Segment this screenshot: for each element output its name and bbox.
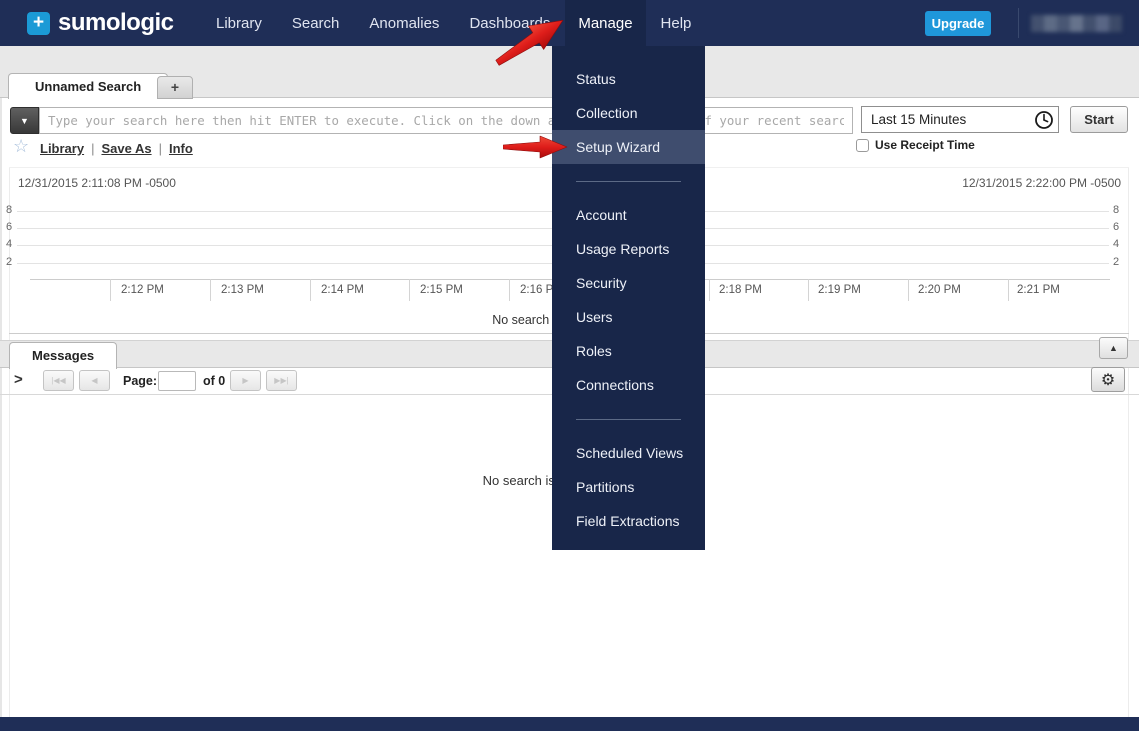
last-page-button[interactable]: ▶▶| xyxy=(266,370,297,391)
sumologic-logo-text: sumologic xyxy=(58,9,174,36)
triangle-up-icon: ▲ xyxy=(1109,343,1118,353)
link-separator: | xyxy=(91,141,95,156)
menu-item-scheduled-views[interactable]: Scheduled Views xyxy=(552,436,705,470)
y-axis-label: 2 xyxy=(6,256,13,268)
nav-item-library[interactable]: Library xyxy=(201,0,277,46)
x-axis-label: 2:12 PM xyxy=(121,284,164,296)
menu-item-roles[interactable]: Roles xyxy=(552,334,705,368)
top-nav-bar: + sumologic Library Search Anomalies Das… xyxy=(0,0,1139,46)
page-number-input[interactable] xyxy=(158,371,196,391)
menu-divider xyxy=(576,419,681,420)
menu-divider xyxy=(576,181,681,182)
redaction-block xyxy=(1083,15,1096,32)
sumologic-logo[interactable]: + sumologic xyxy=(27,0,174,46)
info-link[interactable]: Info xyxy=(169,141,193,156)
link-separator: | xyxy=(158,141,162,156)
save-as-link[interactable]: Save As xyxy=(101,141,151,156)
use-receipt-time-label: Use Receipt Time xyxy=(875,138,975,152)
nav-items: Library Search Anomalies Dashboards Mana… xyxy=(201,0,706,46)
y-axis-label: 6 xyxy=(6,221,13,233)
bottom-bar xyxy=(0,717,1139,731)
favorite-star-icon[interactable]: ☆ xyxy=(13,136,29,157)
y-axis-label: 8 xyxy=(1113,204,1120,216)
redaction-block xyxy=(1096,15,1109,32)
first-page-button[interactable]: |◀◀ xyxy=(43,370,74,391)
start-button[interactable]: Start xyxy=(1070,106,1128,133)
redaction-block xyxy=(1109,15,1122,32)
x-axis-label: 2:21 PM xyxy=(1017,284,1060,296)
histogram-end-time: 12/31/2015 2:22:00 PM -0500 xyxy=(962,176,1121,190)
nav-item-search[interactable]: Search xyxy=(277,0,355,46)
page-count-label: of 0 xyxy=(203,374,226,388)
x-axis-tick xyxy=(908,279,909,301)
x-axis-tick xyxy=(210,279,211,301)
x-axis-label: 2:20 PM xyxy=(918,284,961,296)
time-range-value: Last 15 Minutes xyxy=(871,112,967,127)
nav-item-manage[interactable]: Manage xyxy=(565,0,646,46)
panel-border xyxy=(0,98,2,717)
histogram-start-time: 12/31/2015 2:11:08 PM -0500 xyxy=(18,176,176,190)
sumologic-plus-icon: + xyxy=(27,11,50,35)
tab-unnamed-search[interactable]: Unnamed Search xyxy=(8,73,169,99)
tab-messages[interactable]: Messages xyxy=(9,342,118,369)
expand-messages-button[interactable]: > xyxy=(14,371,23,388)
menu-item-status[interactable]: Status xyxy=(552,62,705,96)
sumologic-app: Unnamed Search + ▼ Last 15 Minutes Start… xyxy=(0,0,1139,731)
redaction-block xyxy=(1031,15,1044,32)
menu-item-collection[interactable]: Collection xyxy=(552,96,705,130)
menu-item-field-extractions[interactable]: Field Extractions xyxy=(552,504,705,538)
x-axis-label: 2:15 PM xyxy=(420,284,463,296)
x-axis-tick xyxy=(808,279,809,301)
nav-item-help[interactable]: Help xyxy=(646,0,707,46)
menu-item-account[interactable]: Account xyxy=(552,198,705,232)
x-axis-label: 2:14 PM xyxy=(321,284,364,296)
x-axis-tick xyxy=(409,279,410,301)
clock-icon xyxy=(1035,111,1053,129)
new-tab-button[interactable]: + xyxy=(157,76,193,99)
x-axis-label: 2:19 PM xyxy=(818,284,861,296)
redaction-block xyxy=(1044,15,1057,32)
x-axis-tick xyxy=(310,279,311,301)
y-axis-label: 4 xyxy=(1113,238,1120,250)
next-page-button[interactable]: ▶ xyxy=(230,370,261,391)
gear-icon: ⚙ xyxy=(1100,371,1116,389)
nav-item-anomalies[interactable]: Anomalies xyxy=(354,0,454,46)
x-axis-tick xyxy=(110,279,111,301)
user-menu-redacted[interactable] xyxy=(1031,15,1122,32)
x-axis-tick xyxy=(709,279,710,301)
x-axis-tick xyxy=(1008,279,1009,301)
time-range-selector[interactable]: Last 15 Minutes xyxy=(861,106,1059,133)
settings-gear-button[interactable]: ⚙ xyxy=(1091,367,1125,392)
x-axis-tick xyxy=(509,279,510,301)
redaction-block xyxy=(1057,15,1070,32)
collapse-button[interactable]: ▲ xyxy=(1099,337,1128,359)
search-history-dropdown-button[interactable]: ▼ xyxy=(10,107,39,134)
prev-page-button[interactable]: ◀ xyxy=(79,370,110,391)
menu-item-partitions[interactable]: Partitions xyxy=(552,470,705,504)
chevron-down-icon: ▼ xyxy=(20,115,29,126)
menu-item-setup-wizard[interactable]: Setup Wizard xyxy=(552,130,705,164)
library-link[interactable]: Library xyxy=(40,141,84,156)
panel-border xyxy=(1128,167,1129,717)
search-input[interactable] xyxy=(39,107,853,134)
y-axis-label: 8 xyxy=(6,204,13,216)
y-axis-label: 6 xyxy=(1113,221,1120,233)
nav-item-dashboards[interactable]: Dashboards xyxy=(454,0,565,46)
menu-item-security[interactable]: Security xyxy=(552,266,705,300)
y-axis-label: 4 xyxy=(6,238,13,250)
x-axis-label: 2:13 PM xyxy=(221,284,264,296)
menu-item-users[interactable]: Users xyxy=(552,300,705,334)
menu-item-usage-reports[interactable]: Usage Reports xyxy=(552,232,705,266)
redaction-block xyxy=(1070,15,1083,32)
upgrade-button[interactable]: Upgrade xyxy=(925,11,991,36)
menu-item-connections[interactable]: Connections xyxy=(552,368,705,402)
manage-dropdown-menu: Status Collection Setup Wizard Account U… xyxy=(552,46,705,550)
page-label: Page: xyxy=(123,374,158,388)
nav-divider xyxy=(1018,8,1019,38)
x-axis-label: 2:18 PM xyxy=(719,284,762,296)
search-links: Library | Save As | Info xyxy=(40,141,193,156)
use-receipt-time-checkbox[interactable] xyxy=(856,139,869,152)
y-axis-label: 2 xyxy=(1113,256,1120,268)
